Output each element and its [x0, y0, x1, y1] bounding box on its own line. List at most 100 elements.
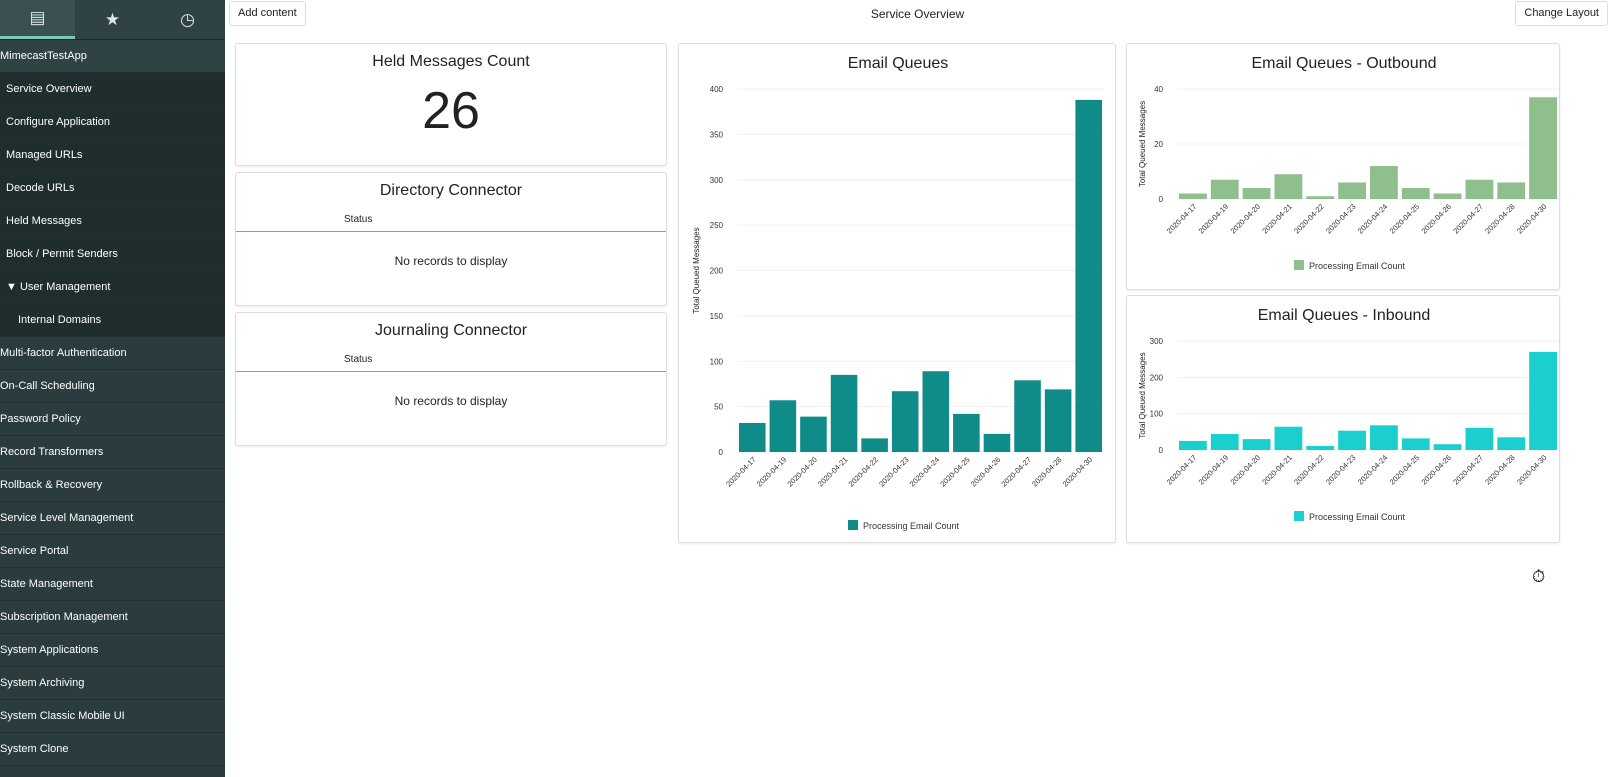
- bar-2020-04-20: [800, 416, 827, 452]
- x-tick-label: 2020-04-17: [724, 455, 757, 488]
- y-tick-label: 0: [719, 448, 724, 457]
- bar-2020-04-22: [861, 438, 888, 452]
- chart-title: Email Queues - Inbound: [1258, 307, 1431, 324]
- sidebar-app-subscription-management[interactable]: Subscription Management: [0, 601, 225, 634]
- star-icon: ★: [104, 9, 121, 29]
- bar-2020-04-28: [1497, 437, 1526, 450]
- bar-2020-04-23: [891, 391, 919, 452]
- x-tick-label: 2020-04-24: [908, 455, 941, 488]
- y-tick-label: 400: [710, 85, 724, 94]
- legend-swatch: [1294, 511, 1304, 521]
- column-header-status[interactable]: Status: [236, 200, 666, 232]
- tab-favorites[interactable]: ★: [75, 0, 150, 39]
- sidebar-app-on-call-scheduling[interactable]: On-Call Scheduling: [0, 370, 225, 403]
- sidebar-group-user-management[interactable]: ▼ User Management: [0, 271, 225, 304]
- tab-history[interactable]: ◷: [150, 0, 225, 39]
- y-axis-label: Total Queued Messages: [692, 227, 701, 313]
- change-layout-button[interactable]: Change Layout: [1515, 1, 1608, 26]
- sidebar-app-record-transformers[interactable]: Record Transformers: [0, 436, 225, 469]
- x-tick-label: 2020-04-24: [1356, 453, 1389, 486]
- add-content-button[interactable]: Add content: [229, 1, 306, 26]
- bar-2020-04-25: [1401, 188, 1430, 199]
- bar-2020-04-21: [830, 374, 858, 452]
- bar-2020-04-30: [1529, 351, 1557, 450]
- bar-2020-04-19: [1210, 179, 1239, 199]
- x-tick-label: 2020-04-20: [785, 455, 818, 488]
- empty-message: No records to display: [394, 394, 508, 408]
- y-tick-label: 200: [710, 267, 724, 276]
- x-tick-label: 2020-04-23: [1324, 453, 1357, 486]
- refresh-timer-icon[interactable]: ⏱: [1532, 567, 1545, 587]
- sidebar-item-decode-urls[interactable]: Decode URLs: [0, 172, 225, 205]
- sidebar-app-rollback-recovery[interactable]: Rollback & Recovery: [0, 469, 225, 502]
- x-tick-label: 2020-04-25: [1388, 453, 1421, 486]
- x-tick-label: 2020-04-19: [1197, 202, 1230, 235]
- bar-2020-04-21: [1274, 174, 1303, 199]
- x-tick-label: 2020-04-17: [1165, 202, 1198, 235]
- x-tick-label: 2020-04-21: [816, 455, 849, 488]
- sidebar-tabs: ▤ ★ ◷: [0, 0, 225, 40]
- sidebar-app-password-policy[interactable]: Password Policy: [0, 403, 225, 436]
- x-tick-label: 2020-04-26: [1419, 453, 1452, 486]
- bar-2020-04-26: [1433, 444, 1462, 450]
- x-tick-label: 2020-04-28: [1030, 455, 1063, 488]
- legend-label: Processing Email Count: [1309, 512, 1406, 522]
- sidebar-app-service-portal[interactable]: Service Portal: [0, 535, 225, 568]
- x-tick-label: 2020-04-23: [1324, 202, 1357, 235]
- bar-2020-04-25: [953, 413, 980, 452]
- y-tick-label: 40: [1154, 85, 1163, 94]
- x-tick-label: 2020-04-26: [969, 455, 1002, 488]
- x-tick-label: 2020-04-20: [1228, 453, 1261, 486]
- column-header-status[interactable]: Status: [236, 340, 666, 372]
- bar-2020-04-28: [1497, 182, 1526, 199]
- empty-message: No records to display: [394, 254, 508, 268]
- y-tick-label: 300: [1150, 337, 1164, 346]
- held-messages-count[interactable]: 26: [236, 81, 666, 141]
- y-tick-label: 200: [1150, 373, 1164, 382]
- legend-swatch: [848, 520, 858, 530]
- x-tick-label: 2020-04-19: [755, 455, 788, 488]
- x-tick-label: 2020-04-23: [877, 455, 910, 488]
- x-tick-label: 2020-04-17: [1165, 453, 1198, 486]
- y-tick-label: 250: [710, 221, 724, 230]
- bar-2020-04-28: [1044, 389, 1072, 452]
- tab-all-apps[interactable]: ▤: [0, 0, 75, 39]
- sidebar-app-service-level-management[interactable]: Service Level Management: [0, 502, 225, 535]
- x-tick-label: 2020-04-22: [1292, 453, 1325, 486]
- x-tick-label: 2020-04-19: [1197, 453, 1230, 486]
- sidebar-app-state-management[interactable]: State Management: [0, 568, 225, 601]
- sidebar-app-system-classic-mobile-ui[interactable]: System Classic Mobile UI: [0, 700, 225, 733]
- bar-2020-04-26: [983, 433, 1011, 452]
- sidebar-item-block-permit-senders[interactable]: Block / Permit Senders: [0, 238, 225, 271]
- y-axis-label: Total Queued Messages: [1138, 352, 1147, 438]
- sidebar-app-system-clone[interactable]: System Clone: [0, 733, 225, 766]
- x-tick-label: 2020-04-27: [999, 455, 1032, 488]
- legend-label: Processing Email Count: [863, 521, 960, 531]
- bar-2020-04-24: [922, 371, 950, 452]
- bar-2020-04-24: [1370, 166, 1398, 199]
- y-tick-label: 0: [1159, 446, 1164, 455]
- email-queues-inbound-widget: Email Queues - Inbound Total Queued Messa…: [1126, 295, 1560, 543]
- chart-title: Email Queues - Outbound: [1252, 55, 1437, 72]
- sidebar-app-mimecast[interactable]: MimecastTestApp: [0, 40, 225, 73]
- bar-2020-04-26: [1433, 193, 1462, 199]
- sidebar-app-system-archiving[interactable]: System Archiving: [0, 667, 225, 700]
- sidebar-item-internal-domains[interactable]: Internal Domains: [0, 304, 225, 337]
- legend-swatch: [1294, 260, 1304, 270]
- y-axis-label: Total Queued Messages: [1138, 101, 1147, 187]
- sidebar-app-system-applications[interactable]: System Applications: [0, 634, 225, 667]
- sidebar-item-held-messages[interactable]: Held Messages: [0, 205, 225, 238]
- sidebar-item-managed-urls[interactable]: Managed URLs: [0, 139, 225, 172]
- bar-2020-04-27: [1465, 427, 1494, 450]
- x-tick-label: 2020-04-22: [847, 455, 880, 488]
- bar-2020-04-23: [1338, 182, 1366, 199]
- x-tick-label: 2020-04-26: [1419, 202, 1452, 235]
- sidebar-app-multi-factor-authentication[interactable]: Multi-factor Authentication: [0, 337, 225, 370]
- sidebar-item-configure-application[interactable]: Configure Application: [0, 106, 225, 139]
- bar-2020-04-27: [1465, 179, 1494, 199]
- bar-2020-04-17: [739, 422, 766, 452]
- sidebar-item-service-overview[interactable]: Service Overview: [0, 73, 225, 106]
- y-tick-label: 0: [1159, 195, 1164, 204]
- x-tick-label: 2020-04-30: [1515, 453, 1548, 486]
- bar-2020-04-22: [1306, 446, 1335, 450]
